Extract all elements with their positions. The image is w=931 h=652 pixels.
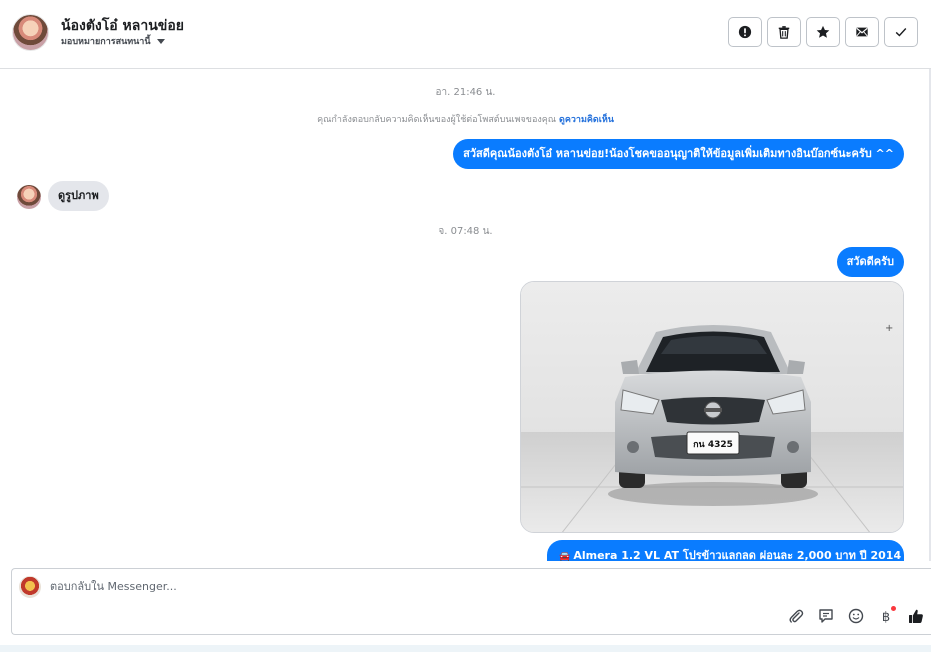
reply-composer: ฿ <box>11 568 931 635</box>
reply-input[interactable] <box>50 580 550 593</box>
car-image: + กน 4325 <box>521 282 903 532</box>
saved-replies-button[interactable] <box>817 607 835 625</box>
saved-reply-icon <box>819 609 833 623</box>
caret-down-icon <box>156 38 165 44</box>
emoji-icon <box>848 608 864 624</box>
contact-avatar[interactable] <box>12 14 49 51</box>
composer-tools: ฿ <box>787 606 925 625</box>
svg-text:+: + <box>885 323 893 334</box>
check-icon <box>895 28 907 37</box>
star-icon <box>816 25 830 38</box>
view-comment-link[interactable]: ดูความคิดเห็น <box>559 115 614 125</box>
mark-done-button[interactable] <box>884 17 918 47</box>
contact-avatar-small[interactable] <box>17 185 41 209</box>
trash-icon <box>778 26 790 39</box>
notice-text: คุณกำลังตอบกลับความคิดเห็นของผู้ใช้ต่อโพ… <box>317 115 557 125</box>
outgoing-message[interactable]: สวัสดีคุณน้องตังโอ๋ หลานข่อย!น้องโชคขออน… <box>453 139 904 169</box>
conversation-header: น้องตังโอ๋ หลานข่อย มอบหมายการสนทนานี้ <box>0 0 931 69</box>
message-text: Almera 1.2 VL AT โปรข้าวแลกลด ผ่อนละ 2,0… <box>573 549 902 561</box>
mark-spam-button[interactable] <box>728 17 762 47</box>
incoming-message[interactable]: ดูรูปภาพ <box>48 181 109 211</box>
header-actions <box>728 17 918 47</box>
timestamp: จ. 07:48 น. <box>438 226 493 237</box>
thumbs-up-icon <box>909 609 923 623</box>
outgoing-message[interactable]: สวัดดีครับ <box>836 247 904 277</box>
like-button[interactable] <box>907 607 925 625</box>
envelope-icon <box>856 27 868 37</box>
notification-dot <box>891 606 896 611</box>
bottom-strip <box>0 645 931 652</box>
assign-conversation-dropdown[interactable]: มอบหมายการสนทนานี้ <box>61 34 165 48</box>
mark-unread-button[interactable] <box>845 17 879 47</box>
car-photo-attachment[interactable]: + กน 4325 <box>520 281 904 533</box>
attach-button[interactable] <box>787 607 805 625</box>
payment-button[interactable]: ฿ <box>877 606 896 625</box>
emoji-button[interactable] <box>847 607 865 625</box>
license-plate: กน 4325 <box>693 440 733 450</box>
outgoing-message-preview[interactable]: 🚘 Almera 1.2 VL AT โปรข้าวแลกลด ผ่อนละ 2… <box>547 540 904 561</box>
delete-button[interactable] <box>767 17 801 47</box>
comment-reply-notice: คุณกำลังตอบกลับความคิดเห็นของผู้ใช้ต่อโพ… <box>0 112 931 126</box>
inbox-conversation: น้องตังโอ๋ หลานข่อย มอบหมายการสนทนานี้ อ… <box>0 0 931 652</box>
page-avatar <box>19 576 41 598</box>
paperclip-icon <box>789 609 804 623</box>
timestamp: อา. 21:46 น. <box>435 87 496 98</box>
exclamation-circle-icon <box>738 25 752 39</box>
svg-text:฿: ฿ <box>882 610 890 624</box>
assign-label: มอบหมายการสนทนานี้ <box>61 37 151 47</box>
star-button[interactable] <box>806 17 840 47</box>
car-emoji-icon: 🚘 <box>559 552 574 561</box>
